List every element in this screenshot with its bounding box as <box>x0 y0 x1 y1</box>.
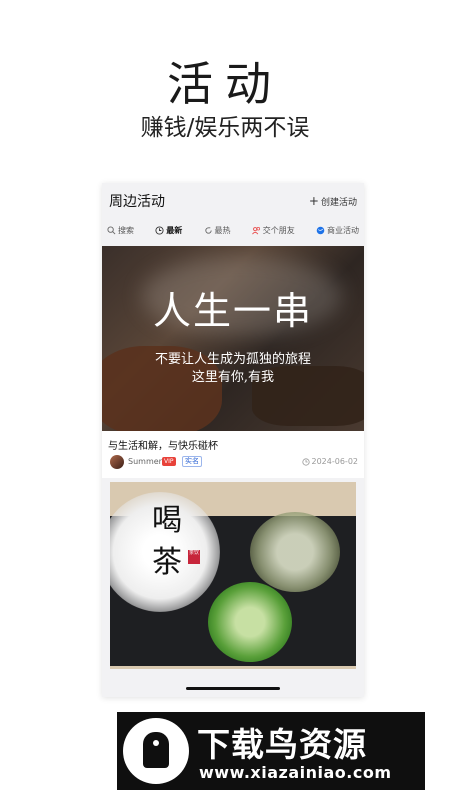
tab-latest[interactable]: 最新 <box>155 225 182 236</box>
brand-name: 下载鸟资源 <box>197 725 367 764</box>
phone-screen: 周边活动 + 创建活动 搜索 最新 最热 交个朋友 商业活动 人生一串 不要让人… <box>102 183 364 697</box>
activity-title[interactable]: 与生活和解，与快乐碰杯 <box>108 437 218 452</box>
activity-card-image-2[interactable]: 喝 茶 茶饮 <box>110 482 356 669</box>
brand-url: www.xiazainiao.com <box>199 763 392 782</box>
watermark-banner: 下载鸟资源 www.xiazainiao.com <box>117 712 425 790</box>
verified-badge: 实名 <box>182 456 202 467</box>
tab-label: 最新 <box>166 225 183 235</box>
calligraphy-char: 茶 <box>152 545 182 580</box>
tea-cup-decoration <box>250 512 340 592</box>
tab-make-friends[interactable]: 交个朋友 <box>251 225 295 236</box>
page-title: 周边活动 <box>109 194 165 210</box>
tab-label: 搜索 <box>118 225 134 235</box>
seal-stamp: 茶饮 <box>188 550 200 564</box>
refresh-icon <box>204 226 212 234</box>
card-overlay-line: 不要让人生成为孤独的旅程 <box>154 352 311 367</box>
tab-hot[interactable]: 最热 <box>204 225 231 236</box>
activity-card-image[interactable]: 人生一串 不要让人生成为孤独的旅程 这里有你,有我 <box>102 246 364 431</box>
activity-card-info[interactable]: 与生活和解，与快乐碰杯 Summer VIP 实名 2024-06-02 <box>102 431 364 478</box>
app-header: 周边活动 + 创建活动 <box>102 183 364 219</box>
clock-icon <box>155 225 164 235</box>
card-overlay-calligraphy: 喝 茶 <box>152 500 182 584</box>
card-overlay-line: 这里有你,有我 <box>191 370 275 385</box>
calligraphy-char: 喝 <box>152 503 182 538</box>
people-icon <box>251 226 260 234</box>
bird-logo-icon <box>123 718 189 784</box>
post-date: 2024-06-02 <box>301 457 359 466</box>
plus-icon: + <box>308 194 319 208</box>
username[interactable]: Summer <box>128 457 162 466</box>
green-cup-decoration <box>208 582 292 662</box>
home-indicator[interactable] <box>186 687 280 690</box>
tab-search[interactable]: 搜索 <box>107 225 134 236</box>
vip-badge: VIP <box>162 457 176 466</box>
create-activity-button[interactable]: + 创建活动 <box>309 194 357 208</box>
tab-label: 交个朋友 <box>262 225 295 235</box>
avatar[interactable] <box>110 455 124 469</box>
tab-bar: 搜索 最新 最热 交个朋友 商业活动 <box>102 219 364 241</box>
hero-subtitle: 赚钱/娱乐两不误 <box>140 115 310 141</box>
bird-eye <box>153 740 159 746</box>
tab-label: 商业活动 <box>327 225 359 235</box>
create-activity-label: 创建活动 <box>320 197 357 208</box>
search-icon <box>107 225 116 234</box>
card-overlay-title: 人生一串 <box>152 289 313 333</box>
clock-icon <box>301 457 310 466</box>
bird-shape <box>143 732 169 768</box>
date-text: 2024-06-02 <box>311 457 359 466</box>
globe-icon <box>316 226 325 234</box>
tab-business[interactable]: 商业活动 <box>316 225 359 236</box>
hero-title: 活动 <box>167 57 283 111</box>
tab-label: 最热 <box>214 225 231 235</box>
